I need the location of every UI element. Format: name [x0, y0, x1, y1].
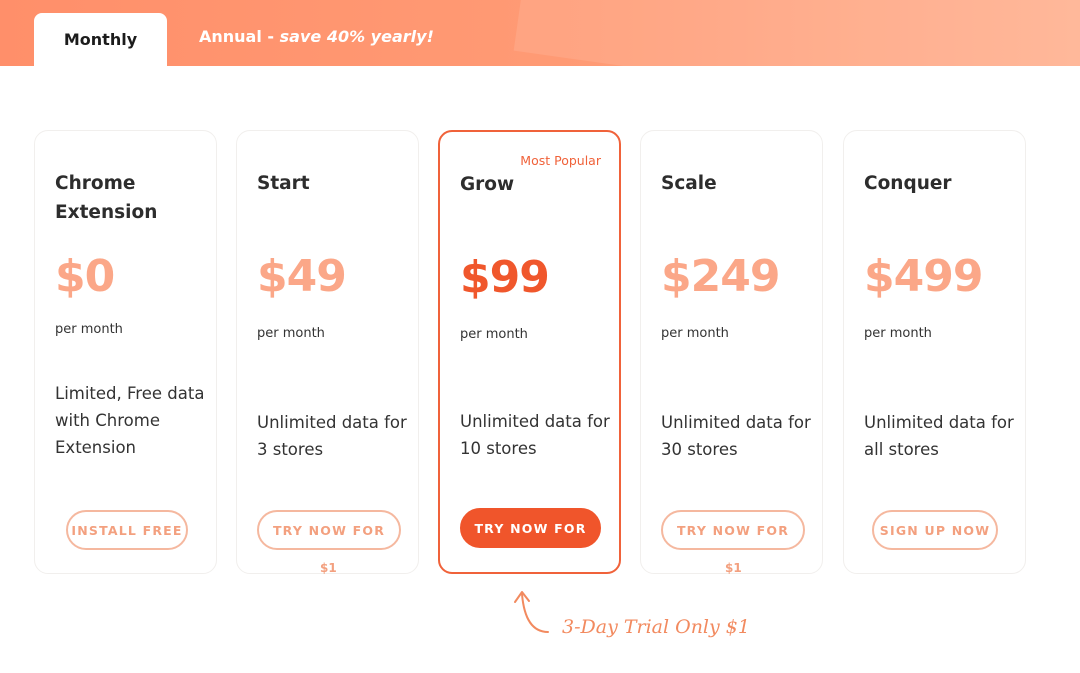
plan-period: per month: [864, 326, 932, 341]
plan-card-start: Start $49 per month Unlimited data for 3…: [236, 130, 419, 574]
plan-name: Grow: [460, 174, 515, 195]
plan-card-conquer: Conquer $499 per month Unlimited data fo…: [843, 130, 1026, 574]
curved-arrow-icon: [514, 591, 549, 633]
plan-description: Unlimited data for 10 stores: [460, 412, 610, 458]
plan-name: Conquer: [864, 173, 952, 194]
try-now-price-start: $1: [320, 561, 337, 575]
header-decoration: [513, 0, 1080, 66]
plan-description: Unlimited data for all stores: [864, 413, 1014, 459]
try-now-button-grow[interactable]: TRY NOW FOR: [460, 508, 601, 548]
plan-card-chrome-extension: Chrome Extension $0 per month Limited, F…: [34, 130, 217, 574]
plan-description: Unlimited data for 3 stores: [257, 413, 407, 459]
trial-note: 3-Day Trial Only $1: [562, 616, 750, 638]
try-now-button-start[interactable]: TRY NOW FOR: [257, 510, 401, 550]
plan-period: per month: [661, 326, 729, 341]
tab-annual-label: Annual: [199, 27, 262, 46]
plan-price: $499: [864, 251, 983, 302]
install-free-button[interactable]: INSTALL FREE: [66, 510, 188, 550]
tab-annual-savings: save 40% yearly!: [279, 27, 434, 46]
most-popular-badge: Most Popular: [520, 153, 601, 168]
try-now-price-scale: $1: [725, 561, 742, 575]
plan-price: $99: [460, 252, 550, 303]
plan-card-scale: Scale $249 per month Unlimited data for …: [640, 130, 823, 574]
tab-monthly[interactable]: Monthly: [34, 13, 167, 66]
sign-up-now-button[interactable]: SIGN UP NOW: [872, 510, 998, 550]
plan-period: per month: [460, 327, 528, 342]
plan-price: $49: [257, 251, 347, 302]
plan-description: Limited, Free data with Chrome Extension: [55, 384, 205, 457]
plan-price: $249: [661, 251, 780, 302]
plan-name: Start: [257, 173, 310, 194]
plan-name: Scale: [661, 173, 717, 194]
tab-annual-separator: -: [267, 27, 275, 46]
plan-price: $0: [55, 251, 115, 302]
plan-period: per month: [55, 322, 123, 337]
tab-annual[interactable]: Annual - save 40% yearly!: [199, 27, 434, 46]
plan-description: Unlimited data for 30 stores: [661, 413, 811, 459]
try-now-button-scale[interactable]: TRY NOW FOR: [661, 510, 805, 550]
plan-period: per month: [257, 326, 325, 341]
billing-toggle-bar: Monthly Annual - save 40% yearly!: [0, 0, 1080, 66]
plan-name: Chrome Extension: [55, 173, 158, 223]
